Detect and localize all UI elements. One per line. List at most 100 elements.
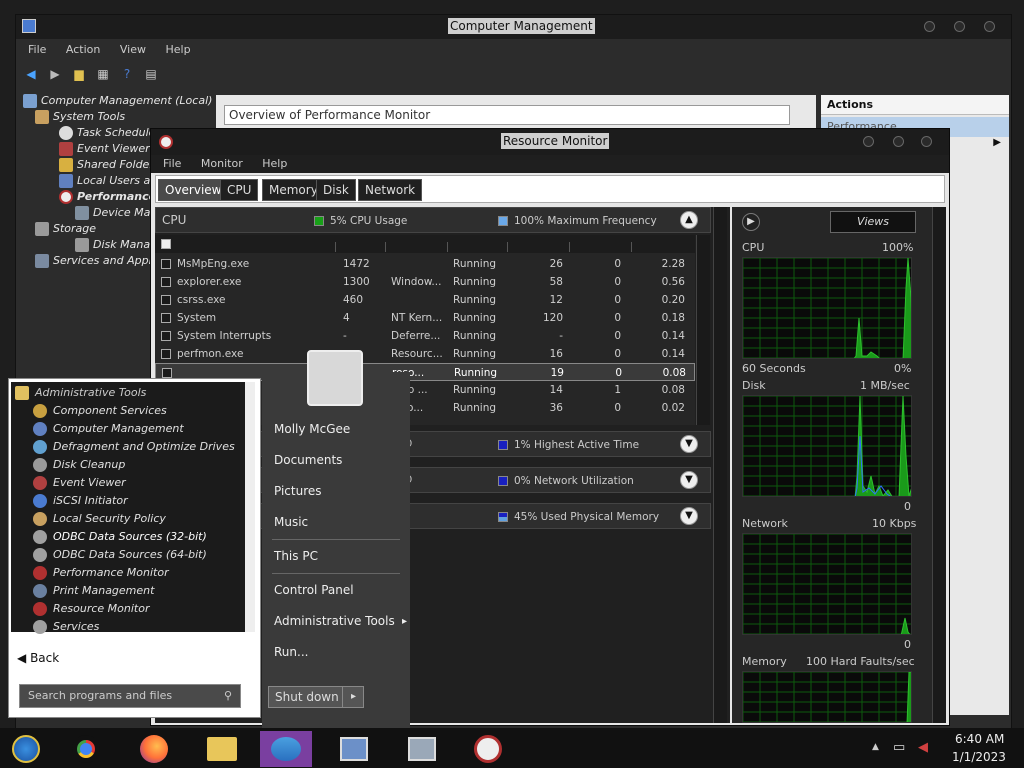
tab-overview[interactable]: Overview [158,179,229,201]
maximize-button[interactable] [893,136,904,147]
rm-titlebar[interactable]: Resource Monitor [151,129,949,155]
program-item[interactable]: Disk Cleanup [33,456,125,474]
users-taskbar-button[interactable] [260,731,312,767]
tree-item-storage[interactable]: Storage [35,221,96,237]
overview-scrollbar[interactable] [713,207,727,723]
row-checkbox[interactable] [161,259,171,269]
table-row[interactable]: System Interrupts - Deferre... Running - 0 0.1… [155,327,695,345]
shutdown-options-icon[interactable]: ▸ [342,687,364,707]
program-item[interactable]: Services [33,618,99,636]
tree-item-event-viewer[interactable]: Event Viewer [59,141,150,157]
help-icon[interactable]: ? [118,65,136,83]
program-item[interactable]: Event Viewer [33,474,126,492]
explorer-taskbar-button[interactable] [204,731,240,767]
network-icon[interactable]: ▭ [893,740,905,755]
table-row[interactable]: perfmon.exe Resourc... Running 16 0 0.14 [155,345,695,363]
row-checkbox[interactable] [161,295,171,305]
chevron-down-icon[interactable]: ▼ [680,471,698,489]
chevron-down-icon[interactable]: ▼ [680,507,698,525]
program-item[interactable]: Component Services [33,402,167,420]
folder-up-icon[interactable]: ▆ [70,65,88,83]
tree-item-system-tools[interactable]: System Tools [35,109,125,125]
maximize-button[interactable] [954,21,965,32]
start-right-item[interactable]: Run... [274,643,308,661]
tree-item-performance[interactable]: Performance [59,189,156,205]
volume-muted-icon[interactable]: ◀ [918,740,928,755]
table-row[interactable]: System 4 NT Kern... Running 120 0 0.18 [155,309,695,327]
views-button[interactable]: Views [830,211,916,233]
process-scrollbar[interactable] [696,235,710,425]
program-item[interactable]: ODBC Data Sources (32-bit) [33,528,207,546]
tree-item-local-users[interactable]: Local Users an [59,173,157,189]
table-row[interactable]: explorer.exe 1300 Window... Running 58 0 0.56 [155,273,695,291]
start-right-item[interactable]: Molly McGee [274,420,350,438]
back-arrow-icon[interactable]: ◀ [22,65,40,83]
close-button[interactable] [984,21,995,32]
program-item[interactable]: Local Security Policy [33,510,166,528]
tab-disk[interactable]: Disk [316,179,356,201]
menu-view[interactable]: View [120,43,146,56]
start-right-item[interactable]: Administrative Tools [274,612,395,630]
tab-cpu[interactable]: CPU [220,179,259,201]
folder-administrative-tools[interactable]: Administrative Tools [15,384,146,402]
back-button[interactable]: ◀ Back [17,651,59,665]
show-hidden-icons[interactable]: ▲ [872,742,879,752]
close-button[interactable] [921,136,932,147]
minimize-button[interactable] [863,136,874,147]
programs-scrollbar[interactable] [245,382,255,632]
expand-graphs-icon[interactable]: ▶ [742,213,760,231]
clock-date[interactable]: 1/1/2023 [952,750,1006,764]
resource-monitor-taskbar-button[interactable] [470,731,506,767]
graphs-scrollbar[interactable] [932,207,946,723]
start-button[interactable] [8,731,44,767]
user-avatar[interactable] [307,350,363,406]
search-icon[interactable]: ⚲ [217,685,239,707]
tree-item-task-scheduler[interactable]: Task Schedule [59,125,155,141]
search-input[interactable]: Search programs and files [19,684,241,708]
row-checkbox[interactable] [161,349,171,359]
performance-monitor-taskbar-button[interactable] [404,731,440,767]
properties-icon[interactable]: ▤ [142,65,160,83]
program-item[interactable]: Resource Monitor [33,600,150,618]
start-right-item[interactable]: Documents [274,451,342,469]
menu-monitor[interactable]: Monitor [201,157,243,170]
menu-file[interactable]: File [28,43,46,56]
row-checkbox[interactable] [161,313,171,323]
chevron-right-icon[interactable]: ▶ [993,137,1001,148]
show-hide-tree-icon[interactable]: ▦ [94,65,112,83]
row-checkbox[interactable] [161,331,171,341]
program-item[interactable]: ODBC Data Sources (64-bit) [33,546,207,564]
chrome-taskbar-button[interactable] [68,731,104,767]
table-row[interactable]: csrss.exe 460 Running 12 0 0.20 [155,291,695,309]
chevron-down-icon[interactable]: ▼ [680,435,698,453]
menu-help[interactable]: Help [165,43,190,56]
start-right-item[interactable]: This PC [274,547,318,565]
program-item[interactable]: Print Management [33,582,154,600]
menu-help[interactable]: Help [262,157,287,170]
forward-arrow-icon[interactable]: ▶ [46,65,64,83]
start-right-item[interactable]: Music [274,513,308,531]
menu-action[interactable]: Action [66,43,100,56]
tree-item-services-apps[interactable]: Services and Appl [35,253,152,269]
computer-management-taskbar-button[interactable] [336,731,372,767]
cm-titlebar[interactable]: Computer Management [16,15,1011,39]
clock-time[interactable]: 6:40 AM [955,732,1004,746]
chevron-up-icon[interactable]: ▲ [680,211,698,229]
program-item[interactable]: Performance Monitor [33,564,169,582]
minimize-button[interactable] [924,21,935,32]
table-row[interactable]: MsMpEng.exe 1472 Running 26 0 2.28 [155,255,695,273]
cpu-section-header[interactable]: CPU 5% CPU Usage 100% Maximum Frequency … [155,207,711,233]
menu-file[interactable]: File [163,157,181,170]
tab-network[interactable]: Network [358,179,423,201]
program-item[interactable]: Computer Management [33,420,184,438]
rm-menubar: File Monitor Help [151,155,949,173]
tree-item-shared-folders[interactable]: Shared Folder [59,157,154,173]
select-all-checkbox[interactable] [161,239,171,249]
program-item[interactable]: iSCSI Initiator [33,492,128,510]
firefox-taskbar-button[interactable] [136,731,172,767]
start-right-item[interactable]: Control Panel [274,581,354,599]
start-right-item[interactable]: Pictures [274,482,322,500]
program-item[interactable]: Defragment and Optimize Drives [33,438,235,456]
tree-item-root[interactable]: Computer Management (Local) [23,93,212,109]
row-checkbox[interactable] [161,277,171,287]
